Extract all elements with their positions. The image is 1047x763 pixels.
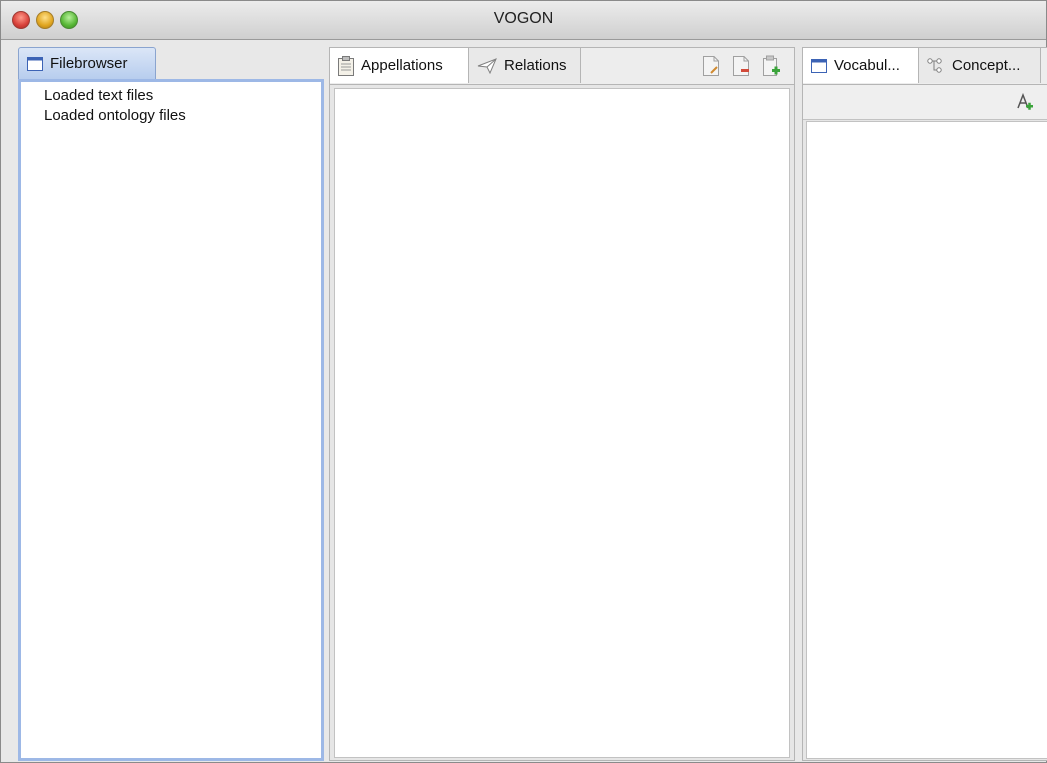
paper-plane-icon <box>477 57 497 74</box>
tab-filebrowser[interactable]: Filebrowser <box>18 47 156 79</box>
filebrowser-panel: Filebrowser Loaded text files Loaded ont… <box>10 45 324 762</box>
tree-item-loaded-text-files[interactable]: Loaded text files <box>44 87 153 104</box>
clipboard-icon <box>338 55 354 76</box>
tab-label: Concept... <box>952 57 1021 74</box>
title-bar[interactable]: VOGON <box>1 1 1046 40</box>
window-title: VOGON <box>493 10 554 27</box>
filebrowser-tree[interactable]: Loaded text files Loaded ontology files <box>18 79 324 761</box>
window-icon <box>27 56 43 71</box>
appellations-panel: Appellations Relations <box>325 45 797 762</box>
tab-label: Relations <box>504 57 567 74</box>
tab-vocabulary[interactable]: Vocabul... <box>803 48 919 83</box>
vocabulary-frame: Vocabul... Concept... <box>802 47 1047 761</box>
appellations-frame: Appellations Relations <box>329 47 795 761</box>
vocabulary-tabbar: Vocabul... Concept... <box>803 48 1047 85</box>
hierarchy-icon <box>927 57 942 73</box>
edit-document-icon[interactable] <box>702 55 720 77</box>
tab-concepts[interactable]: Concept... <box>919 48 1041 83</box>
tab-label: Vocabul... <box>834 57 900 74</box>
tab-label: Appellations <box>361 57 443 74</box>
tree-item-loaded-ontology-files[interactable]: Loaded ontology files <box>44 107 186 124</box>
appellations-tabbar: Appellations Relations <box>330 48 794 85</box>
vocabulary-list[interactable] <box>806 121 1047 759</box>
add-concept-icon[interactable] <box>1016 93 1034 111</box>
window-icon <box>811 58 827 73</box>
vocabulary-panel: Vocabul... Concept... <box>801 45 1047 762</box>
app-window: VOGON Filebrowser Loaded text files Load… <box>0 0 1047 763</box>
appellations-list[interactable] <box>334 88 790 758</box>
tab-appellations[interactable]: Appellations <box>330 48 469 83</box>
vocabulary-toolbar <box>803 85 1047 120</box>
add-document-icon[interactable] <box>762 55 780 77</box>
tab-relations[interactable]: Relations <box>469 48 581 83</box>
remove-document-icon[interactable] <box>732 55 750 77</box>
tab-label: Filebrowser <box>50 55 128 72</box>
